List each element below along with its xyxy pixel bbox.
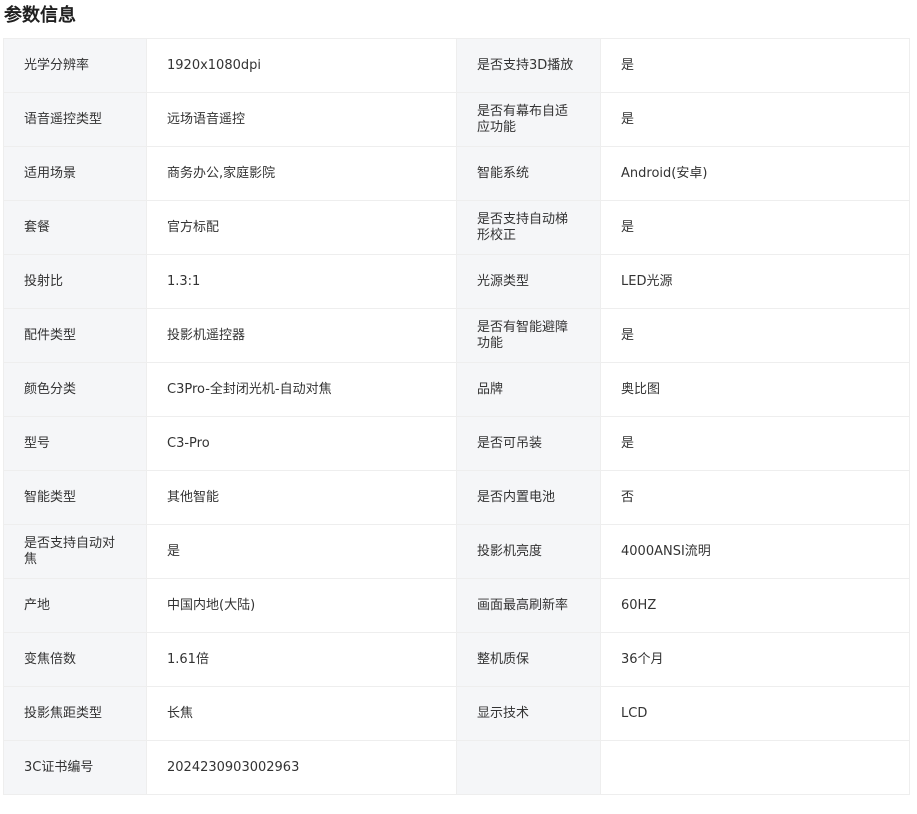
spec-label: 适用场景 [3,146,147,201]
spec-value: C3Pro-全封闭光机-自动对焦 [146,362,457,417]
spec-value: Android(安卓) [600,146,910,201]
spec-label: 是否内置电池 [456,470,601,525]
spec-value: 远场语音遥控 [146,92,457,147]
spec-value: 中国内地(大陆) [146,578,457,633]
table-row: 投射比 1.3:1 光源类型 LED光源 [3,254,910,309]
table-row: 产地 中国内地(大陆) 画面最高刷新率 60HZ [3,578,910,633]
spec-label: 投射比 [3,254,147,309]
spec-label: 语音遥控类型 [3,92,147,147]
table-row: 投影焦距类型 长焦 显示技术 LCD [3,686,910,741]
spec-label: 画面最高刷新率 [456,578,601,633]
spec-label: 投影焦距类型 [3,686,147,741]
table-row: 颜色分类 C3Pro-全封闭光机-自动对焦 品牌 奥比图 [3,362,910,417]
spec-label: 3C证书编号 [3,740,147,795]
spec-value: 官方标配 [146,200,457,255]
table-row: 变焦倍数 1.61倍 整机质保 36个月 [3,632,910,687]
table-row: 型号 C3-Pro 是否可吊装 是 [3,416,910,471]
spec-value: 60HZ [600,578,910,633]
spec-value: 是 [600,92,910,147]
spec-value: 是 [146,524,457,579]
table-row: 3C证书编号 2024230903002963 [3,740,910,795]
spec-value: 其他智能 [146,470,457,525]
spec-value: LCD [600,686,910,741]
spec-value: C3-Pro [146,416,457,471]
spec-value: 1.61倍 [146,632,457,687]
spec-label: 光源类型 [456,254,601,309]
spec-label: 显示技术 [456,686,601,741]
spec-label: 是否有智能避障功能 [456,308,601,363]
spec-table: 光学分辨率 1920x1080dpi 是否支持3D播放 是 语音遥控类型 远场语… [3,38,910,795]
spec-value: 是 [600,308,910,363]
spec-label: 是否支持3D播放 [456,38,601,93]
spec-value: 是 [600,416,910,471]
table-row: 语音遥控类型 远场语音遥控 是否有幕布自适应功能 是 [3,92,910,147]
spec-value: 否 [600,470,910,525]
spec-value [600,740,910,795]
spec-value: LED光源 [600,254,910,309]
table-row: 是否支持自动对焦 是 投影机亮度 4000ANSI流明 [3,524,910,579]
spec-value: 4000ANSI流明 [600,524,910,579]
spec-label: 变焦倍数 [3,632,147,687]
spec-label: 整机质保 [456,632,601,687]
table-row: 光学分辨率 1920x1080dpi 是否支持3D播放 是 [3,38,910,93]
spec-value: 是 [600,200,910,255]
spec-value: 投影机遥控器 [146,308,457,363]
spec-label: 品牌 [456,362,601,417]
section-title: 参数信息 [4,5,76,26]
spec-label: 智能系统 [456,146,601,201]
table-row: 套餐 官方标配 是否支持自动梯形校正 是 [3,200,910,255]
table-row: 智能类型 其他智能 是否内置电池 否 [3,470,910,525]
spec-value: 2024230903002963 [146,740,457,795]
spec-table-body: 光学分辨率 1920x1080dpi 是否支持3D播放 是 语音遥控类型 远场语… [3,38,910,795]
spec-label: 是否可吊装 [456,416,601,471]
spec-label: 颜色分类 [3,362,147,417]
spec-value: 商务办公,家庭影院 [146,146,457,201]
spec-label: 智能类型 [3,470,147,525]
table-row: 配件类型 投影机遥控器 是否有智能避障功能 是 [3,308,910,363]
spec-label: 产地 [3,578,147,633]
spec-value: 1920x1080dpi [146,38,457,93]
spec-label: 套餐 [3,200,147,255]
spec-value: 奥比图 [600,362,910,417]
spec-label: 配件类型 [3,308,147,363]
product-spec-page: 参数信息 光学分辨率 1920x1080dpi 是否支持3D播放 是 语音遥控类… [0,0,917,814]
spec-label: 是否支持自动对焦 [3,524,147,579]
spec-label: 光学分辨率 [3,38,147,93]
spec-value: 1.3:1 [146,254,457,309]
spec-value: 36个月 [600,632,910,687]
spec-label: 是否支持自动梯形校正 [456,200,601,255]
spec-label [456,740,601,795]
spec-label: 型号 [3,416,147,471]
spec-label: 是否有幕布自适应功能 [456,92,601,147]
table-row: 适用场景 商务办公,家庭影院 智能系统 Android(安卓) [3,146,910,201]
spec-value: 是 [600,38,910,93]
spec-label: 投影机亮度 [456,524,601,579]
spec-value: 长焦 [146,686,457,741]
